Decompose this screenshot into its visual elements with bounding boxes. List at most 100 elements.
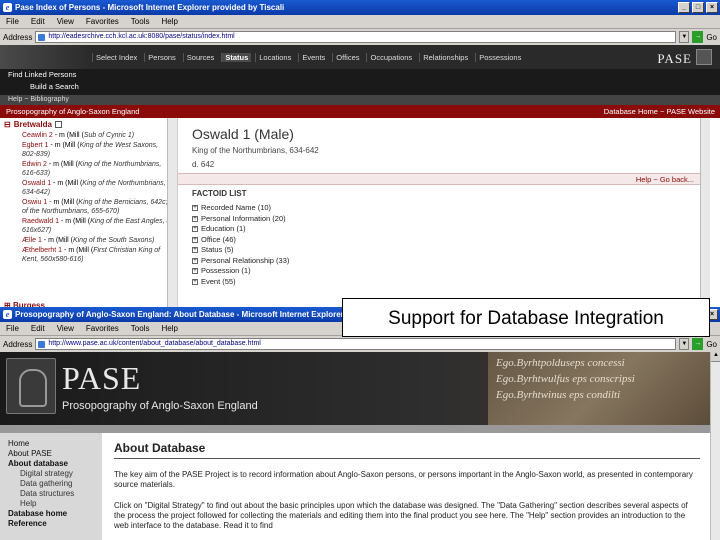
address-dropdown-icon[interactable]: ▼ <box>679 31 690 43</box>
expand-icon[interactable]: + <box>192 257 198 264</box>
tab-relationships[interactable]: Relationships <box>419 53 471 62</box>
collapse-icon[interactable]: ⊟ <box>4 120 11 129</box>
slide-callout: Support for Database Integration <box>342 298 710 337</box>
expand-icon[interactable]: + <box>192 205 198 212</box>
list-item[interactable]: Raedwald 1 - m (Mill (King of the East A… <box>0 217 177 235</box>
address-input[interactable]: http://www.pase.ac.uk/content/about_data… <box>35 338 677 350</box>
go-button[interactable]: → <box>692 338 704 350</box>
database-home-links[interactable]: Database Home ~ PASE Website <box>604 105 720 118</box>
help-strip[interactable]: Help ~ Bibliography <box>0 95 720 105</box>
list-item[interactable]: Ælle 1 - m (Mill (King of the South Saxo… <box>0 236 177 245</box>
menu-view[interactable]: View <box>57 17 74 26</box>
person-link[interactable]: Oswald 1 <box>22 180 51 187</box>
menu-tools[interactable]: Tools <box>131 324 150 333</box>
person-link[interactable]: Ceawlin 2 <box>22 132 53 139</box>
go-button[interactable]: → <box>692 31 704 43</box>
expand-icon[interactable]: + <box>192 215 198 222</box>
tab-status[interactable]: Status <box>221 53 252 62</box>
tab-sources[interactable]: Sources <box>182 53 218 62</box>
menu-file[interactable]: File <box>6 17 19 26</box>
nav-about-pase[interactable]: About PASE <box>0 449 102 459</box>
list-item[interactable]: Oswald 1 - m (Mill (King of the Northumb… <box>0 179 177 197</box>
person-meta: - m (Mill ( <box>41 237 73 244</box>
address-input[interactable]: http://eadesrchive.cch.kcl.ac.uk:8080/pa… <box>35 31 677 43</box>
expand-icon[interactable]: + <box>192 247 198 254</box>
tab-persons[interactable]: Persons <box>144 53 179 62</box>
address-bar: Address http://www.pase.ac.uk/content/ab… <box>0 336 720 352</box>
list-item[interactable]: Æthelberht 1 - m (Mill (First Christian … <box>0 246 177 264</box>
tab-select-index[interactable]: Select Index <box>92 53 140 62</box>
main-scrollbar[interactable] <box>700 118 710 325</box>
page-scrollbar[interactable]: ▲ <box>710 352 720 540</box>
person-link[interactable]: Oswiu 1 <box>22 199 47 206</box>
person-link[interactable]: Raedwald 1 <box>22 218 59 225</box>
nav-data-gathering[interactable]: Data gathering <box>0 479 102 489</box>
ie-icon: e <box>3 3 12 12</box>
menu-help[interactable]: Help <box>161 17 177 26</box>
find-linked-persons-link[interactable]: Find Linked Persons <box>0 69 720 81</box>
expand-icon[interactable]: + <box>192 236 198 243</box>
scroll-up-icon[interactable]: ▲ <box>711 352 720 362</box>
factoid-item[interactable]: + Personal Information (20) <box>192 214 289 225</box>
menu-tools[interactable]: Tools <box>131 17 150 26</box>
nav-help[interactable]: Help <box>0 499 102 509</box>
menu-file[interactable]: File <box>6 324 19 333</box>
person-link[interactable]: Egbert 1 <box>22 142 48 149</box>
list-item[interactable]: Edwin 2 - m (Mill (King of the Northumbr… <box>0 160 177 178</box>
menu-edit[interactable]: Edit <box>31 17 45 26</box>
left-scrollbar[interactable] <box>167 118 177 325</box>
build-search-link[interactable]: Build a Search <box>0 81 720 93</box>
checkbox-icon[interactable] <box>54 121 62 128</box>
nav-digital-strategy[interactable]: Digital strategy <box>0 469 102 479</box>
list-item[interactable]: Ceawlin 2 - m (Mill (Sub of Cynric 1) <box>0 131 177 140</box>
person-link[interactable]: Edwin 2 <box>22 161 47 168</box>
factoid-item[interactable]: + Possession (1) <box>192 266 289 277</box>
go-label[interactable]: Go <box>706 340 717 349</box>
factoid-item[interactable]: + Event (55) <box>192 277 289 288</box>
menu-edit[interactable]: Edit <box>31 324 45 333</box>
group-heading-label: Bretwalda <box>13 120 52 129</box>
menu-favorites[interactable]: Favorites <box>86 324 119 333</box>
menu-favorites[interactable]: Favorites <box>86 17 119 26</box>
nav-home[interactable]: Home <box>0 439 102 449</box>
person-list-panel: ⊟ Bretwalda Ceawlin 2 - m (Mill (Sub of … <box>0 118 178 325</box>
tab-possessions[interactable]: Possessions <box>475 53 524 62</box>
person-link[interactable]: Ælle 1 <box>22 237 42 244</box>
factoid-item[interactable]: + Personal Relationship (33) <box>192 256 289 267</box>
minimize-button[interactable]: _ <box>678 2 690 13</box>
person-link[interactable]: Æthelberht 1 <box>22 247 62 254</box>
page-title: About Database <box>114 441 700 459</box>
list-item[interactable]: Egbert 1 - m (Mill (King of the West Sax… <box>0 141 177 159</box>
factoid-item[interactable]: + Recorded Name (10) <box>192 203 289 214</box>
maximize-button[interactable]: □ <box>692 2 704 13</box>
nav-database-home[interactable]: Database home <box>0 509 102 519</box>
tab-events[interactable]: Events <box>298 53 328 62</box>
factoid-label: Office (46) <box>201 234 236 244</box>
expand-icon[interactable]: + <box>192 268 198 275</box>
group-heading[interactable]: ⊟ Bretwalda <box>0 118 177 131</box>
menu-help[interactable]: Help <box>161 324 177 333</box>
about-main: About Database The key aim of the PASE P… <box>102 433 710 540</box>
manuscript-line: Ego.Byrhtwinus eps condilti <box>496 389 621 401</box>
person-meta: - m (Mill ( <box>51 180 83 187</box>
factoid-item[interactable]: + Office (46) <box>192 235 289 246</box>
help-back-links[interactable]: Help ~ Go back... <box>178 173 710 185</box>
address-dropdown-icon[interactable]: ▼ <box>679 338 690 350</box>
manuscript-line: Ego.Byrhtwulfus eps conscripsi <box>496 373 635 385</box>
go-label[interactable]: Go <box>706 33 717 42</box>
factoid-item[interactable]: + Education (1) <box>192 224 289 235</box>
factoid-item[interactable]: + Status (5) <box>192 245 289 256</box>
pase-logo: PASE <box>657 51 692 66</box>
factoid-label: Personal Information (20) <box>201 213 286 223</box>
nav-about-database[interactable]: About database <box>0 459 102 469</box>
nav-data-structures[interactable]: Data structures <box>0 489 102 499</box>
close-button[interactable]: × <box>706 2 718 13</box>
tab-offices[interactable]: Offices <box>332 53 362 62</box>
menu-view[interactable]: View <box>57 324 74 333</box>
nav-reference[interactable]: Reference <box>0 519 102 529</box>
list-item[interactable]: Oswiu 1 - m (Mill (King of the Bernician… <box>0 198 177 216</box>
tab-occupations[interactable]: Occupations <box>366 53 415 62</box>
expand-icon[interactable]: + <box>192 226 198 233</box>
expand-icon[interactable]: + <box>192 278 198 285</box>
tab-locations[interactable]: Locations <box>255 53 294 62</box>
